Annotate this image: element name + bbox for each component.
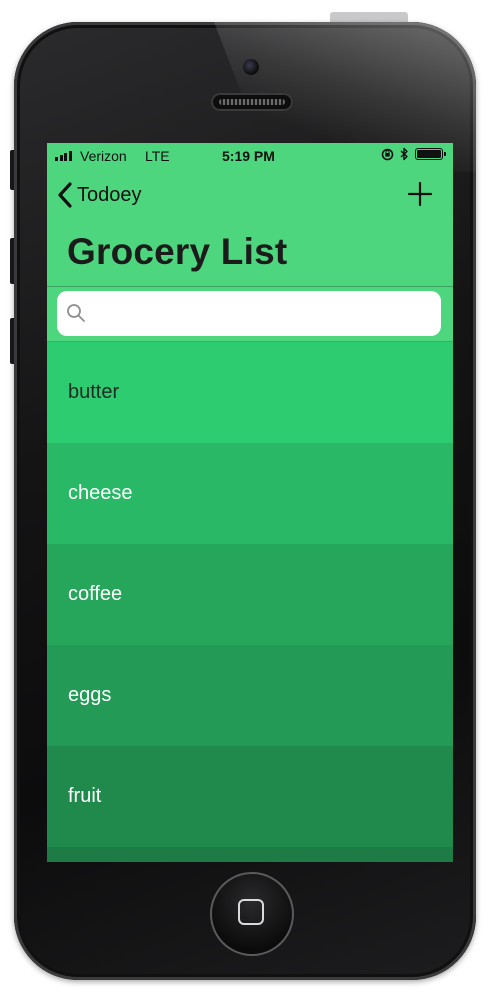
front-camera <box>243 59 259 75</box>
back-button[interactable]: Todoey <box>57 181 142 209</box>
search-input[interactable] <box>93 301 427 327</box>
network-type: LTE <box>145 148 170 164</box>
phone-screen: Verizon LTE 5:19 PM Todoey Grocery List … <box>47 143 453 862</box>
list-item-label: butter <box>68 381 120 403</box>
list-item[interactable]: cheese <box>47 443 453 544</box>
add-icon[interactable] <box>407 181 433 207</box>
page-title: Grocery List <box>67 231 288 272</box>
search-icon <box>67 304 85 322</box>
status-icons <box>381 147 446 161</box>
list-item[interactable]: coffee <box>47 544 453 645</box>
navigation-bar: Todoey Grocery List <box>47 169 453 287</box>
list-item-label: eggs <box>68 684 112 706</box>
clock: 5:19 PM <box>222 148 275 164</box>
earpiece-speaker <box>211 93 293 111</box>
list-item-label: fruit <box>68 785 102 807</box>
signal-strength-icon <box>55 151 72 161</box>
list-item[interactable]: eggs <box>47 645 453 746</box>
search-bar[interactable] <box>57 291 441 336</box>
list-item[interactable] <box>47 847 453 862</box>
battery-icon <box>415 148 446 160</box>
list-item[interactable]: butter <box>47 342 453 443</box>
status-bar: Verizon LTE 5:19 PM <box>47 143 453 169</box>
list-item-label: coffee <box>68 583 123 605</box>
chevron-left-icon <box>58 182 72 208</box>
orientation-lock-icon <box>381 148 394 160</box>
bluetooth-icon <box>400 147 408 161</box>
carrier-name: Verizon <box>80 148 127 164</box>
home-square-icon <box>238 899 264 925</box>
list-item-label: cheese <box>68 482 133 504</box>
list-item[interactable]: fruit <box>47 746 453 847</box>
back-button-label: Todoey <box>77 183 142 206</box>
grocery-list: butter cheese coffee eggs fruit <box>47 342 453 862</box>
page: Verizon LTE 5:19 PM Todoey Grocery List … <box>0 0 500 1000</box>
divider <box>47 286 453 287</box>
